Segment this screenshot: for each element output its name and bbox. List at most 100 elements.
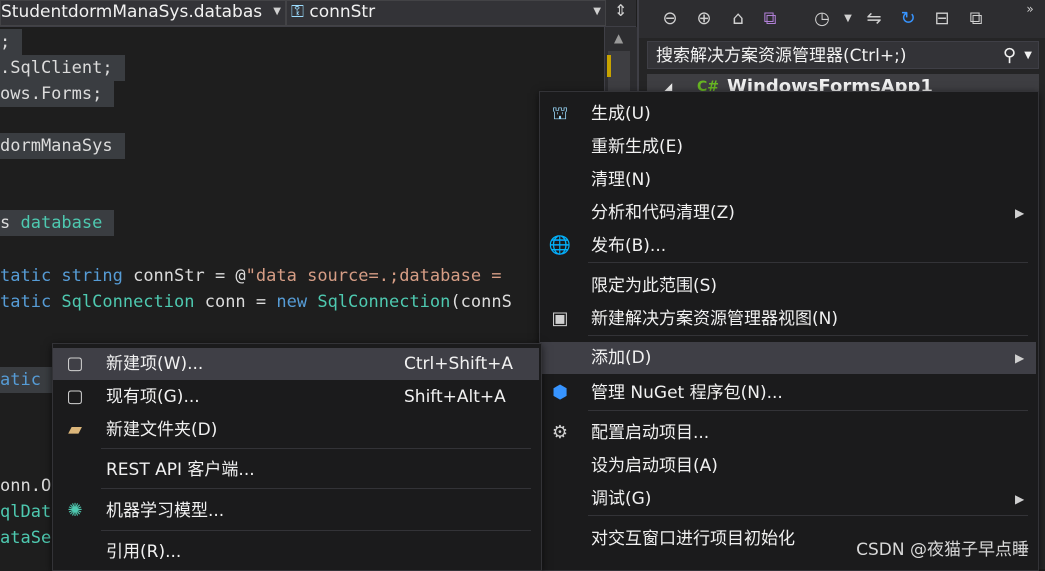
context-menu-item[interactable]: ⚙ 配置启动项目... (540, 417, 1036, 449)
context-menu-item[interactable]: ⬢ 管理 NuGet 程序包(N)... (540, 377, 1036, 409)
menu-separator (588, 410, 1028, 411)
submenu-item-label: 新建文件夹(D) (106, 420, 218, 440)
ml-model-icon: ✺ (67, 500, 83, 521)
show-all-files-icon[interactable]: ⧉ (963, 6, 989, 32)
context-menu-item-label: 分析和代码清理(Z) (591, 203, 735, 223)
code-line: ataSe (0, 525, 51, 551)
member-dropdown[interactable]: ⚿ connStr ▼ (286, 0, 606, 26)
menu-separator (588, 515, 1028, 516)
context-menu-item-label: 配置启动项目... (591, 423, 710, 443)
code-token: s (0, 213, 21, 233)
submenu-item[interactable]: 引用(R)... (53, 536, 539, 568)
code-line: tatic SqlConnection conn = new SqlConnec… (0, 289, 512, 315)
context-menu-item-label: 添加(D) (591, 348, 652, 368)
submenu-item-label: 现有项(G)... (106, 387, 200, 407)
code-token: ows.Forms; (0, 84, 103, 104)
forward-icon[interactable]: ⊕ (691, 6, 717, 32)
code-line: ows.Forms; (0, 81, 115, 107)
code-line: s database (0, 210, 115, 236)
scope-dropdown[interactable]: StudentdormManaSys.databas ▼ (0, 0, 286, 26)
member-dropdown-value: connStr (309, 2, 376, 22)
nuget-icon: ⬢ (552, 382, 568, 403)
submenu-arrow-icon: ▶ (1015, 492, 1025, 506)
context-menu-item-label: 限定为此范围(S) (591, 276, 718, 296)
context-menu-item-label: 对交互窗口进行项目初始化 (591, 529, 795, 549)
context-menu-item[interactable]: 设为启动项目(A) (540, 450, 1036, 482)
new-folder-icon: ▰ (68, 419, 82, 440)
context-menu-item[interactable]: 调试(G) ▶ (540, 483, 1036, 515)
code-token: dormManaSys (0, 136, 113, 156)
collapse-all-icon[interactable]: ⊟ (929, 6, 955, 32)
submenu-item-label: REST API 客户端... (106, 460, 255, 480)
submenu-item[interactable]: ✺ 机器学习模型... (53, 495, 539, 527)
split-editor-handle[interactable]: ⇕ (606, 0, 634, 26)
home-icon[interactable]: ⌂ (725, 6, 751, 32)
chevron-down-icon[interactable]: ▼ (1024, 42, 1032, 70)
code-line: atic (0, 367, 53, 393)
context-menu-item[interactable]: 🌐 发布(B)... (540, 230, 1036, 262)
code-token: database (20, 213, 103, 233)
code-token: .SqlClient; (0, 58, 113, 78)
search-icon[interactable]: ⚲ (1003, 42, 1016, 70)
context-menu-item-label: 发布(B)... (591, 236, 667, 256)
code-line: onn.O (0, 473, 51, 499)
submenu-item-label: 机器学习模型... (106, 501, 225, 521)
context-menu-item-label: 新建解决方案资源管理器视图(N) (591, 309, 838, 329)
overflow-icon[interactable]: » (1017, 0, 1043, 22)
submenu-item-label: 引用(R)... (106, 542, 182, 562)
submenu-arrow-icon: ▶ (1015, 206, 1025, 220)
code-token: onn.O (0, 476, 52, 496)
editor-navigation-bar: StudentdormManaSys.databas ▼ ⚿ connStr ▼ (0, 0, 636, 27)
code-line: ; (0, 29, 23, 55)
code-token: tatic (0, 266, 62, 286)
context-menu-item-label: 生成(U) (591, 104, 651, 124)
submenu-item[interactable]: ▢ 现有项(G)... Shift+Alt+A (53, 381, 539, 413)
build-icon: ⛫ (551, 103, 569, 124)
existing-item-icon: ▢ (66, 386, 84, 407)
chevron-down-icon[interactable]: ▼ (835, 6, 861, 32)
context-menu-item[interactable]: ⛫ 生成(U) (540, 98, 1036, 130)
watermark: CSDN @夜猫子早点睡 (856, 540, 1029, 560)
sync-icon[interactable]: ⇋ (861, 6, 887, 32)
submenu-item[interactable]: ▰ 新建文件夹(D) (53, 414, 539, 446)
context-menu-item-label: 重新生成(E) (591, 137, 684, 157)
context-menu-item[interactable]: 重新生成(E) (540, 131, 1036, 163)
context-menu-item[interactable]: ▣ 新建解决方案资源管理器视图(N) (540, 303, 1036, 335)
context-menu-item[interactable]: 清理(N) (540, 164, 1036, 196)
code-line: .SqlClient; (0, 55, 125, 81)
menu-separator (101, 448, 531, 449)
code-token: "data source=.;database = (245, 266, 512, 286)
back-icon[interactable]: ⊖ (657, 6, 683, 32)
code-line: tatic string connStr = @"data source=.;d… (0, 263, 512, 289)
code-token: connStr = @ (133, 266, 246, 286)
switch-views-icon[interactable]: ⧉ (757, 6, 783, 32)
pending-changes-icon[interactable]: ◷ (809, 6, 835, 32)
code-token: conn = (204, 292, 277, 312)
code-token: SqlConnection (317, 292, 451, 312)
code-token: ; (0, 32, 11, 52)
scroll-up-arrow-icon[interactable]: ▲ (614, 31, 623, 45)
code-token: SqlConnection (61, 292, 205, 312)
code-line: qlDat (0, 499, 51, 525)
menu-separator (101, 530, 531, 531)
context-menu-item-label: 调试(G) (591, 489, 652, 509)
context-menu-item-label: 设为启动项目(A) (591, 456, 718, 476)
split-arrows-icon: ⇕ (614, 1, 628, 20)
context-menu-item[interactable]: 添加(D) ▶ (540, 342, 1036, 374)
globe-icon: 🌐 (548, 235, 572, 256)
context-menu-item[interactable]: 限定为此范围(S) (540, 270, 1036, 302)
code-token: ataSe (0, 528, 52, 548)
code-token: tatic (0, 292, 62, 312)
context-menu-item[interactable]: 分析和代码清理(Z) ▶ (540, 197, 1036, 229)
solution-explorer-toolbar: ⊖ ⊕ ⌂ ⧉ ◷ ▼ ⇋ ↻ ⊟ ⧉ » (639, 0, 1045, 38)
submenu-item[interactable]: ▢ 新建项(W)... Ctrl+Shift+A (53, 348, 539, 380)
menu-separator (588, 262, 1028, 263)
code-token: (connS (450, 292, 512, 312)
solution-explorer-search-input[interactable]: 搜索解决方案资源管理器(Ctrl+;) ⚲ ▼ (647, 41, 1039, 69)
member-icon: ⚿ (291, 2, 304, 22)
project-context-menu: ⛫ 生成(U) 重新生成(E) 清理(N) 分析和代码清理(Z) ▶ 🌐 发布(B)... 限定… (539, 91, 1039, 571)
code-token: qlDat (0, 502, 52, 522)
refresh-icon[interactable]: ↻ (895, 6, 921, 32)
submenu-item-label: 新建项(W)... (106, 354, 204, 374)
submenu-item[interactable]: REST API 客户端... (53, 454, 539, 486)
